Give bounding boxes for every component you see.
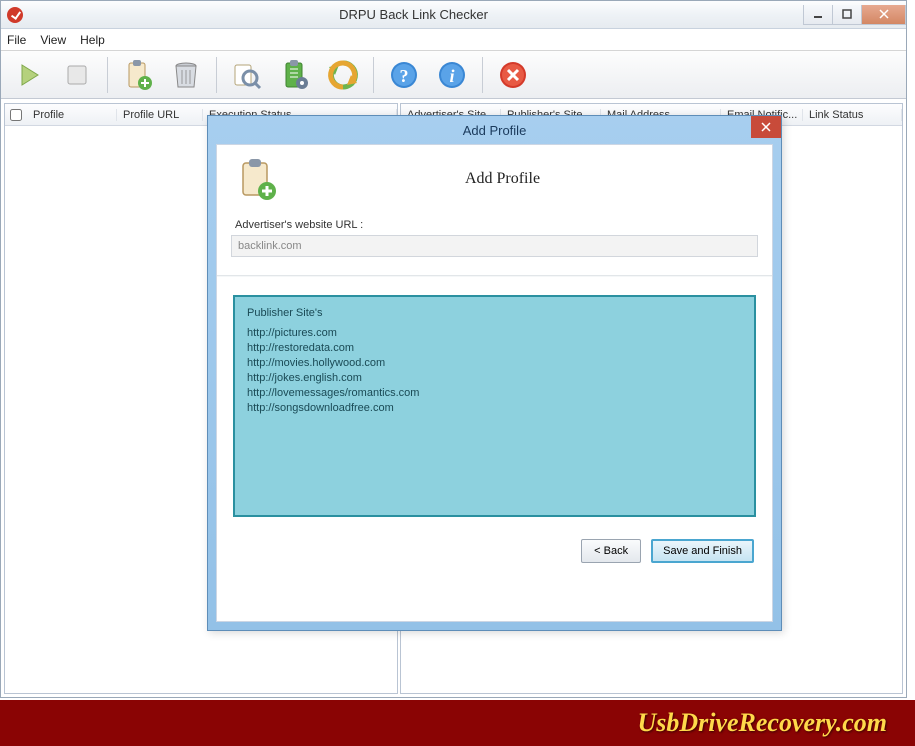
dialog-close-button[interactable] (751, 116, 781, 138)
watermark-text: UsbDriveRecovery.com (637, 708, 887, 738)
search-icon (231, 59, 263, 91)
publisher-site-item: http://lovemessages/romantics.com (247, 387, 742, 399)
main-titlebar: DRPU Back Link Checker (1, 1, 906, 29)
refresh-button[interactable] (321, 55, 365, 95)
close-button[interactable] (861, 5, 906, 25)
delete-red-icon (497, 59, 529, 91)
toolbar-separator (216, 57, 217, 93)
divider (217, 275, 772, 277)
trash-icon (170, 59, 202, 91)
publisher-site-item: http://restoredata.com (247, 342, 742, 354)
clipboard-gear-icon (279, 59, 311, 91)
minimize-button[interactable] (803, 5, 833, 25)
back-button[interactable]: < Back (581, 539, 641, 563)
menu-file[interactable]: File (7, 33, 26, 47)
menu-view[interactable]: View (40, 33, 66, 47)
col-profile-url[interactable]: Profile URL (117, 109, 203, 121)
publisher-site-item: http://pictures.com (247, 327, 742, 339)
close-icon (761, 122, 771, 132)
advertiser-url-input[interactable] (231, 235, 758, 257)
exit-button[interactable] (491, 55, 535, 95)
play-button[interactable] (7, 55, 51, 95)
window-title: DRPU Back Link Checker (23, 7, 804, 22)
clipboard-add-icon (235, 157, 279, 201)
search-button[interactable] (225, 55, 269, 95)
publisher-sites-box: Publisher Site's http://pictures.com htt… (233, 295, 756, 517)
app-icon (7, 7, 23, 23)
publisher-sites-title: Publisher Site's (247, 307, 742, 319)
minimize-icon (813, 9, 823, 19)
menubar: File View Help (1, 29, 906, 51)
delete-button[interactable] (164, 55, 208, 95)
refresh-icon (327, 59, 359, 91)
toolbar: ? i (1, 51, 906, 99)
col-link-status[interactable]: Link Status (803, 109, 902, 121)
dialog-footer: < Back Save and Finish (231, 539, 758, 563)
dialog-titlebar: Add Profile (208, 116, 781, 144)
publisher-site-item: http://songsdownloadfree.com (247, 402, 742, 414)
select-all-checkbox[interactable] (10, 109, 22, 121)
help-button[interactable]: ? (382, 55, 426, 95)
select-all-column[interactable] (5, 109, 27, 121)
toolbar-separator (482, 57, 483, 93)
toolbar-separator (373, 57, 374, 93)
svg-text:?: ? (400, 66, 409, 86)
watermark-bar: UsbDriveRecovery.com (0, 700, 915, 746)
close-icon (879, 9, 889, 19)
save-finish-button[interactable]: Save and Finish (651, 539, 754, 563)
window-controls (804, 5, 906, 25)
menu-help[interactable]: Help (80, 33, 105, 47)
play-icon (13, 59, 45, 91)
stop-button[interactable] (55, 55, 99, 95)
dialog-header: Add Profile (231, 153, 758, 211)
url-field-label: Advertiser's website URL : (235, 219, 758, 231)
publisher-site-item: http://jokes.english.com (247, 372, 742, 384)
add-profile-dialog: Add Profile Add Profile Advertiser's web… (207, 115, 782, 631)
toolbar-separator (107, 57, 108, 93)
maximize-button[interactable] (832, 5, 862, 25)
info-icon: i (436, 59, 468, 91)
info-button[interactable]: i (430, 55, 474, 95)
maximize-icon (842, 9, 852, 19)
col-profile[interactable]: Profile (27, 109, 117, 121)
dialog-title: Add Profile (208, 123, 781, 138)
help-icon: ? (388, 59, 420, 91)
settings-profile-button[interactable] (273, 55, 317, 95)
clipboard-add-icon (122, 59, 154, 91)
stop-icon (61, 59, 93, 91)
svg-text:i: i (449, 66, 454, 86)
dialog-heading: Add Profile (295, 170, 710, 188)
dialog-body: Add Profile Advertiser's website URL : P… (216, 144, 773, 622)
add-profile-button[interactable] (116, 55, 160, 95)
publisher-site-item: http://movies.hollywood.com (247, 357, 742, 369)
